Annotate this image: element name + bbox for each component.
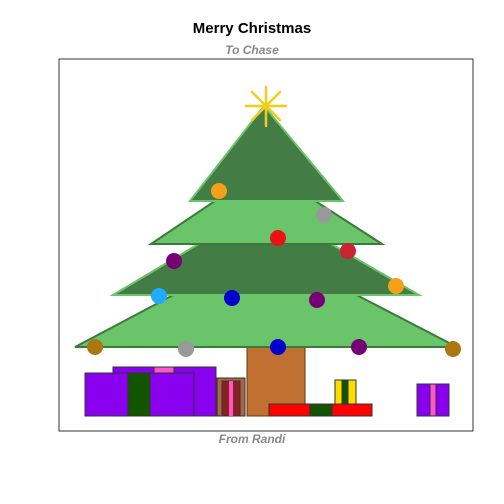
ornament xyxy=(87,339,103,355)
ornament xyxy=(351,339,367,355)
gift-red-long xyxy=(268,403,373,417)
gift-maroon-small xyxy=(216,377,246,417)
ornament xyxy=(309,292,325,308)
ornament xyxy=(445,341,461,357)
ornament xyxy=(316,207,332,223)
tree-body xyxy=(74,104,458,348)
gift-purple-right xyxy=(416,383,450,417)
star-icon xyxy=(244,85,288,128)
ornament xyxy=(388,278,404,294)
christmas-tree-scene xyxy=(58,58,474,432)
ornament xyxy=(340,243,356,259)
ornament xyxy=(270,230,286,246)
ornament xyxy=(211,183,227,199)
ornament xyxy=(270,339,286,355)
card-sender: From Randi xyxy=(218,432,286,446)
ornament xyxy=(151,288,167,304)
ornament xyxy=(178,341,194,357)
ornament xyxy=(166,253,182,269)
ornament xyxy=(224,290,240,306)
gift-purple-large xyxy=(84,372,195,417)
